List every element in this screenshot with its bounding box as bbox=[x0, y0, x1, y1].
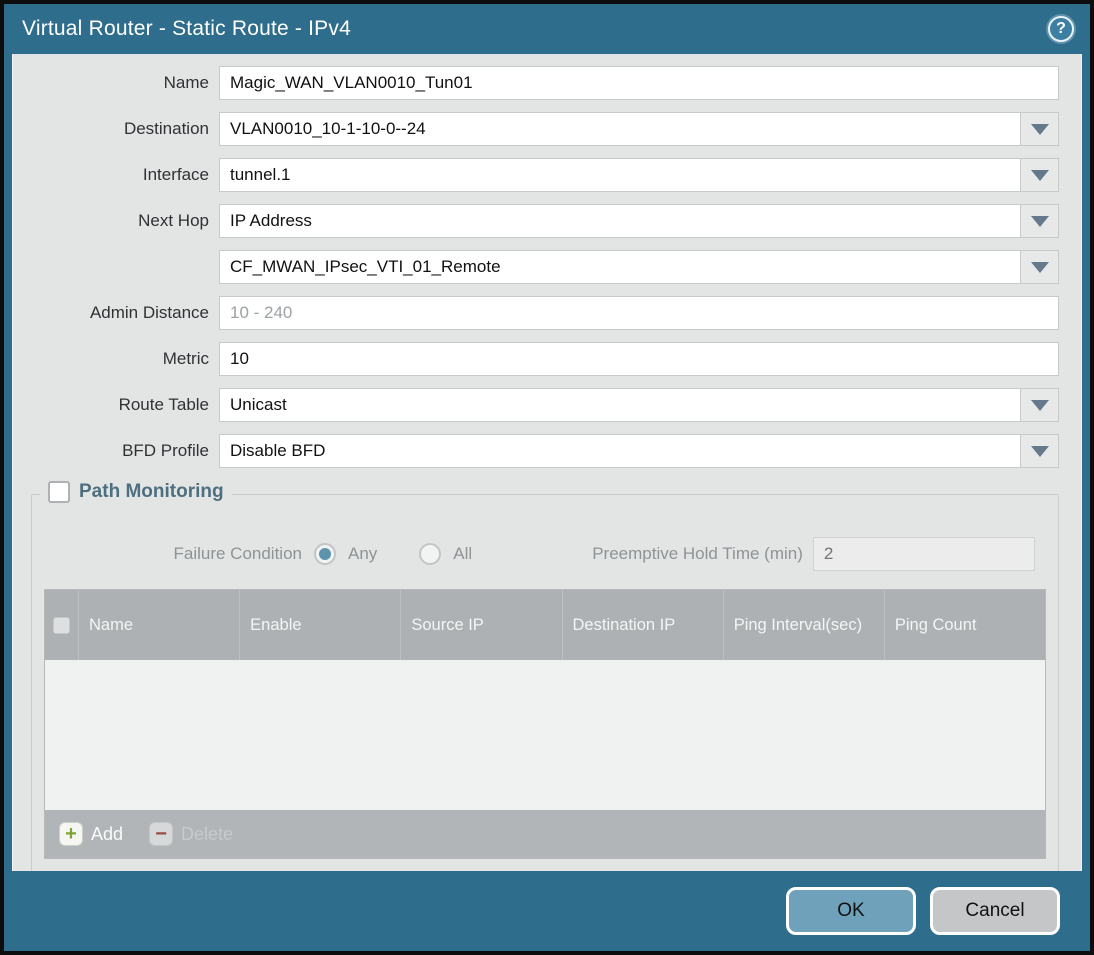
dialog-title: Virtual Router - Static Route - IPv4 bbox=[22, 17, 351, 40]
form-row-next-hop-address bbox=[23, 250, 1059, 284]
column-header-ping-interval[interactable]: Ping Interval(sec) bbox=[724, 590, 885, 660]
ok-button[interactable]: OK bbox=[786, 887, 916, 935]
dialog-content: Name Destination Interface bbox=[12, 54, 1082, 871]
bfd-profile-dropdown-button[interactable] bbox=[1021, 434, 1059, 468]
name-input[interactable] bbox=[219, 66, 1059, 100]
delete-button-label: Delete bbox=[181, 823, 234, 844]
name-label: Name bbox=[163, 73, 209, 92]
column-header-destination-ip[interactable]: Destination IP bbox=[563, 590, 724, 660]
route-table-dropdown-button[interactable] bbox=[1021, 388, 1059, 422]
select-all-checkbox[interactable] bbox=[53, 616, 70, 634]
metric-label: Metric bbox=[162, 349, 209, 368]
destination-dropdown-button[interactable] bbox=[1021, 112, 1059, 146]
bfd-profile-label: BFD Profile bbox=[122, 441, 209, 460]
column-header-name[interactable]: Name bbox=[79, 590, 241, 660]
chevron-down-icon bbox=[1030, 169, 1049, 181]
minus-icon: − bbox=[149, 822, 174, 846]
form-row-bfd-profile: BFD Profile bbox=[23, 434, 1059, 468]
next-hop-address-dropdown-button[interactable] bbox=[1021, 250, 1059, 284]
interface-input[interactable] bbox=[219, 158, 1021, 192]
radio-selected-icon bbox=[314, 543, 336, 565]
delete-button[interactable]: − Delete bbox=[149, 822, 233, 846]
static-route-dialog: Virtual Router - Static Route - IPv4 ? N… bbox=[0, 0, 1094, 955]
table-header-row: Name Enable Source IP Destination IP Pin… bbox=[45, 590, 1045, 660]
destination-label: Destination bbox=[123, 119, 209, 138]
form-row-destination: Destination bbox=[23, 112, 1059, 146]
route-table-input[interactable] bbox=[219, 388, 1021, 422]
form-row-name: Name bbox=[23, 66, 1059, 100]
chevron-down-icon bbox=[1030, 215, 1049, 227]
radio-all[interactable]: All bbox=[419, 543, 472, 565]
bfd-profile-input[interactable] bbox=[219, 434, 1021, 468]
help-icon[interactable]: ? bbox=[1048, 16, 1074, 42]
chevron-down-icon bbox=[1030, 123, 1049, 135]
interface-label: Interface bbox=[142, 165, 209, 184]
table-toolbar: + Add − Delete bbox=[45, 810, 1045, 858]
dialog-footer: OK Cancel bbox=[4, 871, 1090, 951]
metric-input[interactable] bbox=[219, 342, 1059, 376]
radio-any-label: Any bbox=[348, 544, 378, 563]
form-row-metric: Metric bbox=[23, 342, 1059, 376]
next-hop-label: Next Hop bbox=[138, 211, 209, 230]
admin-distance-label: Admin Distance bbox=[89, 303, 209, 322]
table-body-empty bbox=[45, 660, 1045, 810]
radio-all-label: All bbox=[453, 544, 473, 563]
preemptive-hold-time-label: Preemptive Hold Time (min) bbox=[592, 544, 803, 563]
add-button[interactable]: + Add bbox=[59, 822, 123, 846]
radio-unselected-icon bbox=[419, 543, 442, 565]
path-monitoring-checkbox[interactable] bbox=[48, 481, 70, 503]
path-monitoring-controls: Failure Condition Any All Preemptive Hol… bbox=[44, 537, 1046, 571]
cancel-button[interactable]: Cancel bbox=[930, 887, 1060, 935]
next-hop-address-input[interactable] bbox=[219, 250, 1021, 284]
destination-input[interactable] bbox=[219, 112, 1021, 146]
interface-dropdown-button[interactable] bbox=[1021, 158, 1059, 192]
path-monitoring-section: Path Monitoring Failure Condition Any Al… bbox=[31, 481, 1059, 871]
form-row-interface: Interface bbox=[23, 158, 1059, 192]
route-table-label: Route Table bbox=[118, 395, 209, 414]
path-monitoring-legend: Path Monitoring bbox=[40, 481, 232, 503]
admin-distance-input[interactable] bbox=[219, 296, 1059, 330]
failure-condition-radio-group: Any All bbox=[314, 543, 472, 565]
form-row-admin-distance: Admin Distance bbox=[23, 296, 1059, 330]
path-monitoring-table: Name Enable Source IP Destination IP Pin… bbox=[44, 589, 1046, 859]
radio-any[interactable]: Any bbox=[314, 543, 377, 565]
next-hop-type-dropdown-button[interactable] bbox=[1021, 204, 1059, 238]
plus-icon: + bbox=[59, 822, 83, 846]
failure-condition-label: Failure Condition bbox=[173, 544, 302, 563]
column-header-enable[interactable]: Enable bbox=[240, 590, 402, 660]
preemptive-hold-time-input[interactable] bbox=[812, 537, 1035, 571]
form-row-route-table: Route Table bbox=[23, 388, 1059, 422]
chevron-down-icon bbox=[1030, 261, 1049, 273]
table-header-checkbox-cell bbox=[45, 590, 79, 660]
add-button-label: Add bbox=[91, 823, 124, 844]
dialog-titlebar: Virtual Router - Static Route - IPv4 ? bbox=[4, 4, 1090, 54]
form-row-next-hop: Next Hop bbox=[23, 204, 1059, 238]
next-hop-type-input[interactable] bbox=[219, 204, 1021, 238]
column-header-ping-count[interactable]: Ping Count bbox=[885, 590, 1045, 660]
column-header-source-ip[interactable]: Source IP bbox=[401, 590, 563, 660]
chevron-down-icon bbox=[1030, 399, 1049, 411]
chevron-down-icon bbox=[1030, 445, 1049, 457]
path-monitoring-title: Path Monitoring bbox=[79, 481, 224, 502]
